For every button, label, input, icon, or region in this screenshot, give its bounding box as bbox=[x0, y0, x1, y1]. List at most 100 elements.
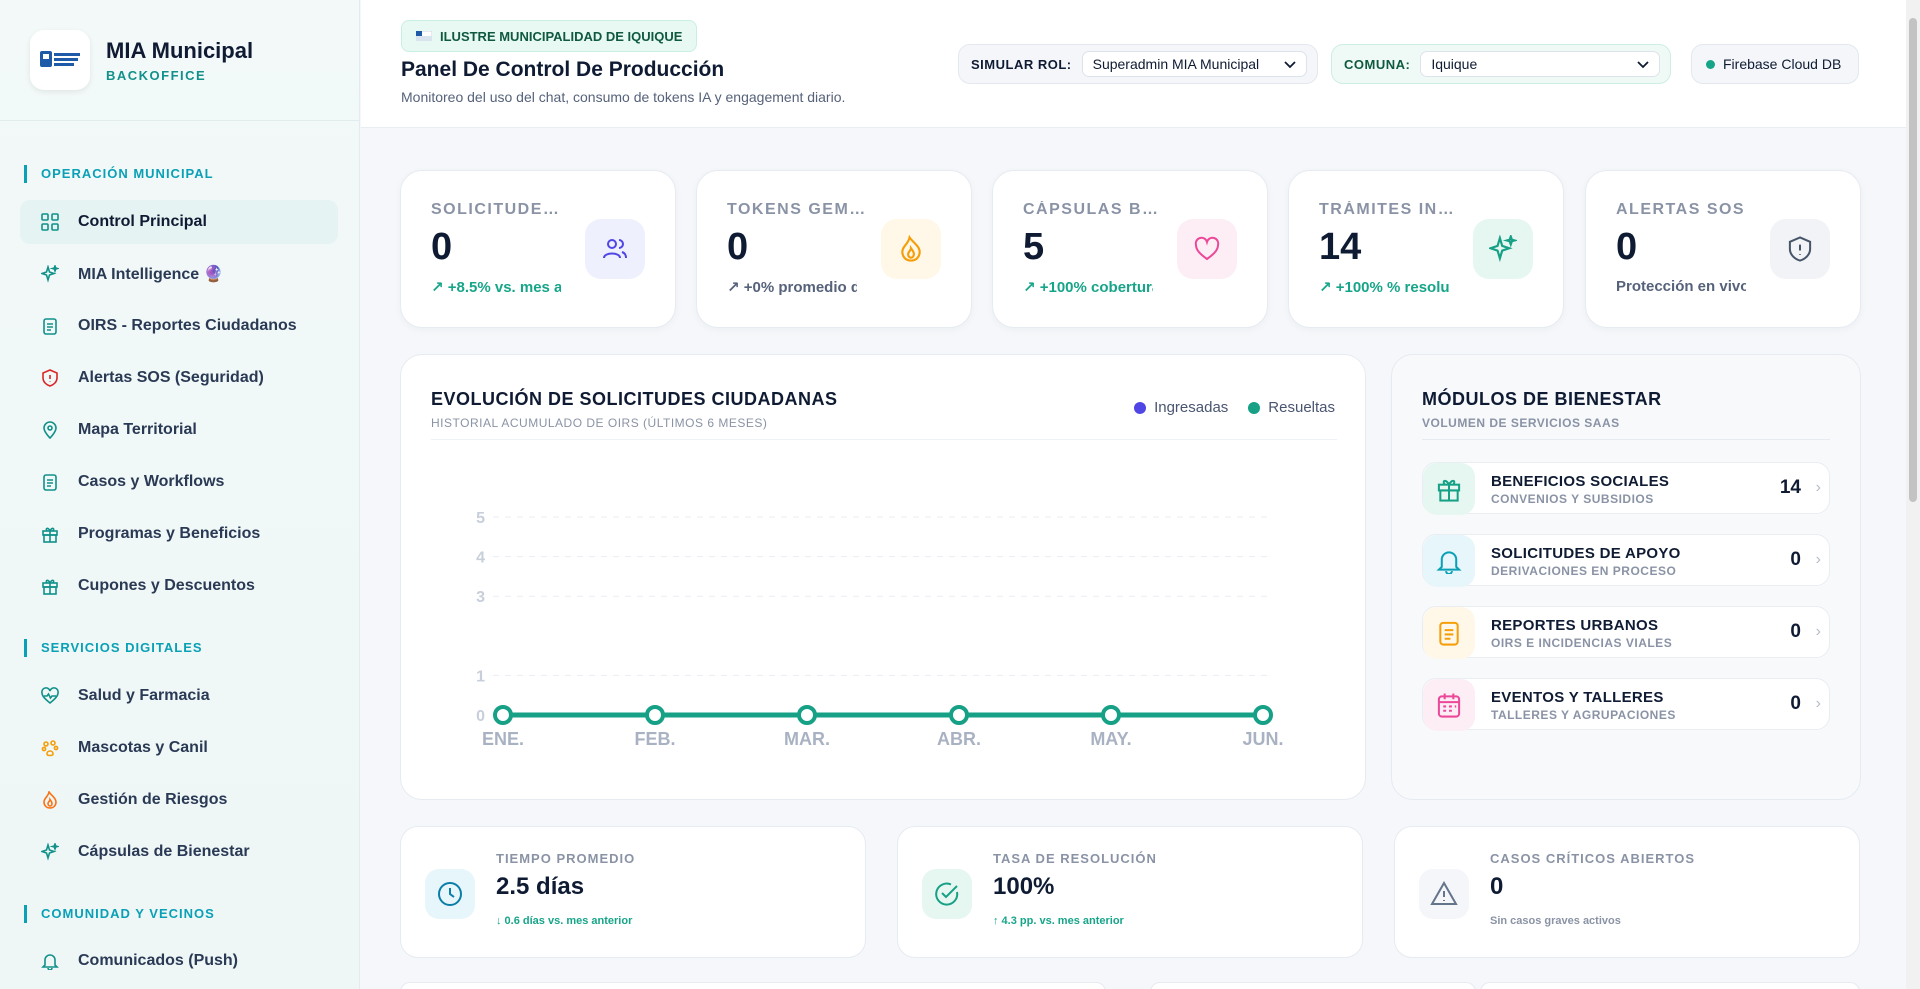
card-partial bbox=[1480, 982, 1860, 989]
kpi-card-capsulas[interactable]: CÁPSULAS BIENESTAR 5 ↗ +100% cobertura bbox=[992, 170, 1268, 328]
sidebar-item-capsulas[interactable]: Cápsulas de Bienestar bbox=[20, 830, 338, 874]
stat-label: CASOS CRÍTICOS ABIERTOS bbox=[1490, 851, 1696, 866]
sidebar-item-gestion-riesgos[interactable]: Gestión de Riesgos bbox=[20, 778, 338, 822]
shield-alert-icon bbox=[40, 368, 60, 388]
kpi-delta: Protección en vivo bbox=[1616, 278, 1746, 295]
x-tick-label: MAY. bbox=[1090, 729, 1131, 749]
x-tick-label: ABR. bbox=[937, 729, 981, 749]
y-tick-label: 4 bbox=[476, 550, 485, 567]
comuna-label: COMUNA: bbox=[1344, 56, 1411, 72]
modules-subtitle: VOLUMEN DE SERVICIOS SAAS bbox=[1422, 416, 1620, 430]
divider bbox=[1422, 439, 1830, 440]
page-subtitle: Monitoreo del uso del chat, consumo de t… bbox=[401, 89, 846, 105]
brand[interactable]: MIA Municipal BACKOFFICE bbox=[30, 30, 253, 90]
page-title: Panel De Control De Producción bbox=[401, 58, 725, 81]
stat-card-tiempo[interactable]: TIEMPO PROMEDIO 2.5 días ↓ 0.6 días vs. … bbox=[400, 826, 866, 958]
paw-icon bbox=[40, 738, 60, 758]
sidebar-item-label: MIA Intelligence 🔮 bbox=[78, 266, 224, 283]
grid-icon bbox=[40, 212, 60, 232]
stat-note: ↓ 0.6 días vs. mes anterior bbox=[496, 915, 633, 927]
role-value: Superadmin MIA Municipal bbox=[1092, 56, 1260, 72]
db-status-label: Firebase Cloud DB bbox=[1723, 56, 1842, 72]
kpi-delta: ↗ +8.5% vs. mes anterior bbox=[431, 279, 561, 296]
kpi-label: TOKENS GEMINI bbox=[727, 201, 867, 218]
data-point bbox=[949, 705, 969, 725]
sidebar-item-label: Comunicados (Push) bbox=[78, 952, 239, 969]
data-point bbox=[493, 705, 513, 725]
kpi-label: ALERTAS SOS bbox=[1616, 201, 1746, 218]
kpi-value: 5 bbox=[1023, 226, 1045, 268]
kpi-value: 0 bbox=[1616, 226, 1638, 268]
sidebar-item-mascotas[interactable]: Mascotas y Canil bbox=[20, 726, 338, 770]
sidebar-item-alertas-sos[interactable]: Alertas SOS (Seguridad) bbox=[20, 356, 338, 400]
sidebar-item-cupones[interactable]: Cupones y Descuentos bbox=[20, 564, 338, 608]
chevron-right-icon: › bbox=[1815, 623, 1821, 640]
chevron-right-icon: › bbox=[1815, 695, 1821, 712]
sidebar-item-label: Cápsulas de Bienestar bbox=[78, 843, 250, 860]
module-item-beneficios[interactable]: BENEFICIOS SOCIALES CONVENIOS Y SUBSIDIO… bbox=[1422, 462, 1830, 515]
module-item-reportes[interactable]: REPORTES URBANOS OIRS E INCIDENCIAS VIAL… bbox=[1422, 606, 1830, 659]
gift-icon bbox=[40, 524, 60, 544]
sidebar-item-label: OIRS - Reportes Ciudadanos bbox=[78, 317, 297, 334]
sidebar-item-label: Programas y Beneficios bbox=[78, 525, 261, 542]
sidebar-item-control-principal[interactable]: Control Principal bbox=[20, 200, 338, 244]
stat-card-resolucion[interactable]: TASA DE RESOLUCIÓN 100% ↑ 4.3 pp. vs. me… bbox=[897, 826, 1363, 958]
municipality-badge: ILUSTRE MUNICIPALIDAD DE IQUIQUE bbox=[401, 20, 698, 52]
kpi-delta: ↗ +0% promedio diario bbox=[727, 279, 857, 296]
sparkle-icon bbox=[40, 264, 60, 284]
flame-icon bbox=[40, 790, 60, 810]
sidebar-item-mia-intelligence[interactable]: MIA Intelligence 🔮 bbox=[20, 252, 338, 296]
clipboard-icon bbox=[40, 472, 60, 492]
map-pin-icon bbox=[40, 420, 60, 440]
stat-label: TIEMPO PROMEDIO bbox=[496, 851, 636, 866]
stat-value: 100% bbox=[993, 873, 1055, 900]
kpi-value: 14 bbox=[1319, 226, 1362, 268]
stat-value: 0 bbox=[1490, 873, 1504, 900]
x-tick-label: FEB. bbox=[634, 729, 675, 749]
stat-card-criticos[interactable]: CASOS CRÍTICOS ABIERTOS 0 Sin casos grav… bbox=[1394, 826, 1860, 958]
data-point bbox=[797, 705, 817, 725]
sidebar-item-programas-beneficios[interactable]: Programas y Beneficios bbox=[20, 512, 338, 556]
y-tick-label: 3 bbox=[476, 589, 485, 606]
role-label: SIMULAR ROL: bbox=[971, 56, 1072, 72]
kpi-card-alertas[interactable]: ALERTAS SOS 0 Protección en vivo bbox=[1585, 170, 1861, 328]
comuna-selector: COMUNA: Iquique bbox=[1331, 44, 1671, 84]
bell-icon bbox=[40, 951, 60, 971]
db-status[interactable]: Firebase Cloud DB bbox=[1691, 44, 1859, 84]
module-subtitle: OIRS E INCIDENCIAS VIALES bbox=[1491, 636, 1673, 650]
sidebar-item-oirs[interactable]: OIRS - Reportes Ciudadanos bbox=[20, 304, 338, 348]
x-tick-label: MAR. bbox=[784, 729, 830, 749]
kpi-label: CÁPSULAS BIENESTAR bbox=[1023, 201, 1163, 218]
page-scrollbar[interactable] bbox=[1906, 0, 1920, 989]
module-item-apoyo[interactable]: SOLICITUDES DE APOYO DERIVACIONES EN PRO… bbox=[1422, 534, 1830, 587]
chart-card: EVOLUCIÓN DE SOLICITUDES CIUDADANAS HIST… bbox=[400, 354, 1366, 800]
scrollbar-thumb[interactable] bbox=[1909, 18, 1917, 502]
sidebar-item-casos-workflows[interactable]: Casos y Workflows bbox=[20, 460, 338, 504]
sidebar-item-mapa-territorial[interactable]: Mapa Territorial bbox=[20, 408, 338, 452]
data-point bbox=[1101, 705, 1121, 725]
check-circle-icon bbox=[922, 869, 972, 919]
kpi-label: TRÁMITES INICIADOS bbox=[1319, 201, 1459, 218]
clipboard-icon bbox=[1423, 607, 1475, 659]
module-item-eventos[interactable]: EVENTOS Y TALLERES TALLERES Y AGRUPACION… bbox=[1422, 678, 1830, 731]
modules-card: MÓDULOS DE BIENESTAR VOLUMEN DE SERVICIO… bbox=[1391, 354, 1861, 800]
module-count: 0 bbox=[1790, 693, 1801, 714]
sidebar-item-label: Gestión de Riesgos bbox=[78, 791, 228, 808]
comuna-select[interactable]: Iquique bbox=[1420, 51, 1660, 77]
role-select[interactable]: Superadmin MIA Municipal bbox=[1081, 51, 1307, 77]
kpi-card-tokens[interactable]: TOKENS GEMINI 0 ↗ +0% promedio diario bbox=[696, 170, 972, 328]
sidebar-item-label: Mapa Territorial bbox=[78, 421, 197, 438]
kpi-card-tramites[interactable]: TRÁMITES INICIADOS 14 ↗ +100% % resoluci… bbox=[1288, 170, 1564, 328]
kpi-value: 0 bbox=[431, 226, 453, 268]
y-tick-label: 1 bbox=[476, 668, 485, 685]
sidebar-item-salud-farmacia[interactable]: Salud y Farmacia bbox=[20, 674, 338, 718]
kpi-card-solicitudes[interactable]: SOLICITUDES CIUDADANAS 0 ↗ +8.5% vs. mes… bbox=[400, 170, 676, 328]
sidebar-item-comunicados[interactable]: Comunicados (Push) bbox=[20, 939, 338, 983]
module-title: EVENTOS Y TALLERES bbox=[1491, 689, 1664, 706]
sidebar: MIA Municipal BACKOFFICE OPERACIÓN MUNIC… bbox=[0, 0, 360, 989]
clipboard-icon bbox=[40, 316, 60, 336]
municipality-name: ILUSTRE MUNICIPALIDAD DE IQUIQUE bbox=[440, 28, 683, 44]
sidebar-item-label: Control Principal bbox=[78, 213, 207, 230]
chevron-down-icon bbox=[1637, 56, 1649, 72]
modules-title: MÓDULOS DE BIENESTAR bbox=[1422, 389, 1662, 409]
